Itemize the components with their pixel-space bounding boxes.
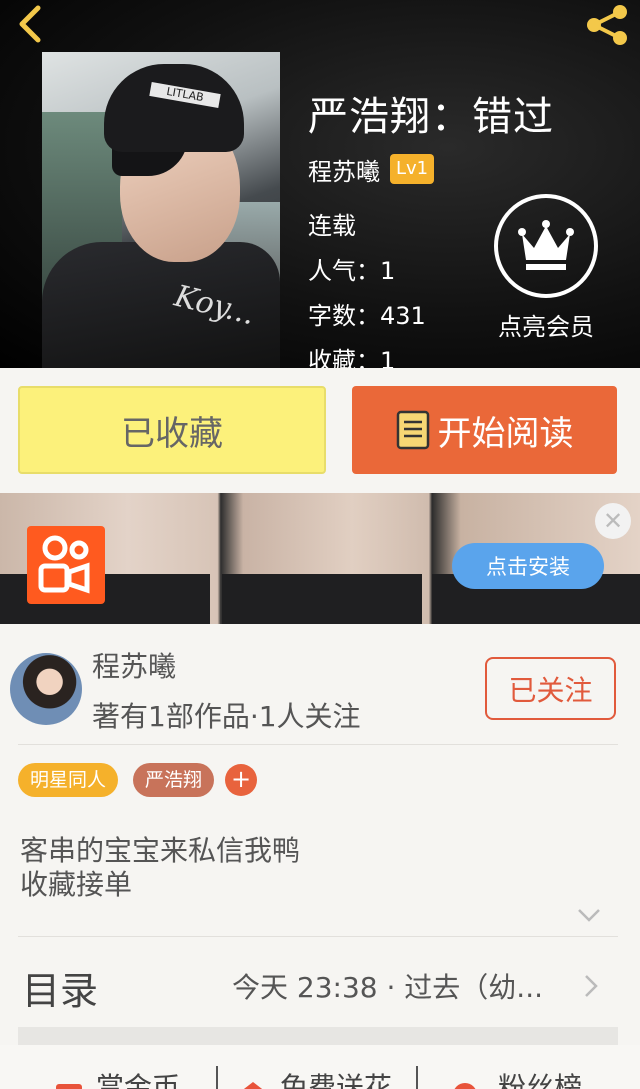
send-flowers-button[interactable]: 免费送花 [280, 1066, 392, 1089]
author-card-name[interactable]: 程苏曦 [92, 645, 176, 685]
author-name[interactable]: 程苏曦 [308, 152, 380, 187]
kuaishou-logo-icon [27, 526, 105, 604]
serial-status: 连载 [308, 212, 356, 240]
coin-icon [56, 1084, 82, 1089]
description-line-2: 收藏接单 [20, 868, 133, 901]
divider [18, 936, 618, 937]
share-icon[interactable] [582, 2, 632, 48]
tag-yan-haoxiang[interactable]: 严浩翔 [133, 763, 215, 797]
book-header: LITLAB Koy... 严浩翔：错过 程苏曦 Lv1 连载 人气：1 字数：… [0, 0, 640, 368]
book-icon [396, 410, 429, 450]
chevron-left-icon[interactable] [10, 2, 50, 46]
word-count: 字数：431 [308, 302, 426, 330]
start-reading-button[interactable]: 开始阅读 [352, 386, 617, 474]
follow-button[interactable]: 已关注 [485, 657, 616, 720]
add-tag-button[interactable]: + [225, 764, 257, 796]
section-separator [18, 1027, 618, 1045]
avatar[interactable] [10, 653, 82, 725]
start-reading-label: 开始阅读 [437, 413, 574, 454]
toc-label[interactable]: 目录 [22, 960, 98, 1015]
install-button[interactable]: 点击安装 [452, 543, 604, 589]
popularity-count: 人气：1 [308, 257, 396, 285]
flower-icon [243, 1082, 263, 1089]
chevron-down-icon[interactable] [576, 906, 602, 924]
vip-label[interactable]: 点亮会员 [494, 307, 598, 342]
collected-button[interactable]: 已收藏 [18, 386, 326, 474]
tag-celebrity-fanfic[interactable]: 明星同人 [18, 763, 119, 797]
fan-ranking-button[interactable]: 粉丝榜 [498, 1066, 582, 1089]
author-card-info: 著有1部作品·1人关注 [92, 700, 361, 733]
chevron-right-icon[interactable] [582, 972, 600, 1000]
divider [416, 1066, 418, 1089]
author-row[interactable]: 程苏曦 Lv1 [308, 152, 435, 187]
fan-rank-icon [454, 1083, 476, 1089]
divider [18, 744, 618, 745]
level-badge: Lv1 [390, 154, 435, 184]
divider [216, 1066, 218, 1089]
close-icon[interactable]: ✕ [595, 503, 631, 539]
crown-icon[interactable] [494, 194, 598, 298]
book-title: 严浩翔：错过 [308, 94, 554, 140]
toc-latest-chapter[interactable]: 今天 23:38 · 过去（幼... [232, 966, 543, 1006]
favorites-count: 收藏：1 [308, 347, 396, 368]
book-cover-image[interactable]: LITLAB Koy... [42, 52, 280, 368]
reward-coins-button[interactable]: 赏金币 [96, 1066, 180, 1089]
